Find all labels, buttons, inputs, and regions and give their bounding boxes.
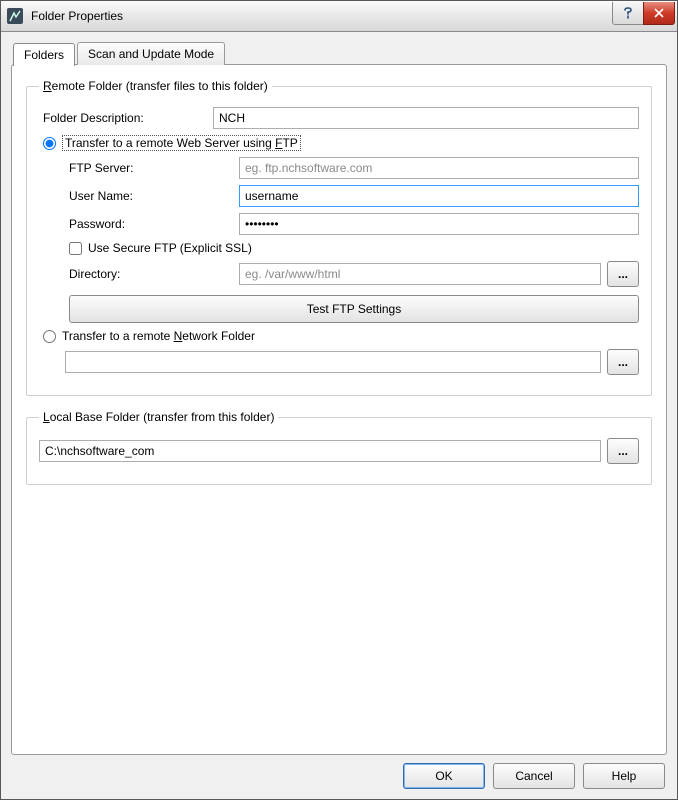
ftp-server-label: FTP Server: (39, 161, 239, 175)
close-window-button[interactable] (643, 2, 675, 25)
client-area: Folders Scan and Update Mode Remote Fold… (1, 32, 677, 799)
network-path-row: ... (65, 349, 639, 375)
dialog-window: Folder Properties Folders Scan and Updat… (0, 0, 678, 800)
tab-container: Folders Scan and Update Mode Remote Fold… (11, 42, 667, 755)
directory-row: Directory: ... (39, 261, 639, 287)
ftp-server-row: FTP Server: (39, 157, 639, 179)
network-browse-button[interactable]: ... (607, 349, 639, 375)
local-path-row: ... (39, 438, 639, 464)
tab-panel-folders: Remote Folder (transfer files to this fo… (11, 64, 667, 755)
help-window-button[interactable] (612, 2, 644, 25)
transfer-network-radio-row: Transfer to a remote Network Folder (39, 329, 639, 343)
app-icon (7, 8, 23, 24)
folder-description-label: Folder Description: (39, 111, 213, 125)
title-bar: Folder Properties (1, 1, 677, 32)
help-button[interactable]: Help (583, 763, 665, 789)
ok-button[interactable]: OK (403, 763, 485, 789)
transfer-ftp-label: Transfer to a remote Web Server using FT… (62, 135, 301, 151)
folder-description-row: Folder Description: (39, 107, 639, 129)
directory-browse-button[interactable]: ... (607, 261, 639, 287)
secure-ftp-checkbox[interactable] (69, 242, 82, 255)
remote-folder-legend: Remote Folder (transfer files to this fo… (39, 79, 272, 93)
local-path-input[interactable] (39, 440, 601, 462)
tab-strip: Folders Scan and Update Mode (13, 42, 667, 65)
user-name-row: User Name: (39, 185, 639, 207)
secure-ftp-label: Use Secure FTP (Explicit SSL) (88, 241, 252, 255)
local-folder-legend: Local Base Folder (transfer from this fo… (39, 410, 278, 424)
transfer-network-radio[interactable] (43, 330, 56, 343)
user-name-input[interactable] (239, 185, 639, 207)
transfer-network-label: Transfer to a remote Network Folder (62, 329, 255, 343)
secure-ftp-row: Use Secure FTP (Explicit SSL) (69, 241, 639, 255)
directory-label: Directory: (39, 267, 239, 281)
transfer-ftp-radio[interactable] (43, 137, 56, 150)
network-path-input[interactable] (65, 351, 601, 373)
user-name-label: User Name: (39, 189, 239, 203)
cancel-button[interactable]: Cancel (493, 763, 575, 789)
password-label: Password: (39, 217, 239, 231)
dialog-footer: OK Cancel Help (11, 755, 667, 791)
tab-scan-update[interactable]: Scan and Update Mode (77, 42, 225, 65)
window-title: Folder Properties (29, 9, 613, 23)
ftp-server-input[interactable] (239, 157, 639, 179)
directory-input[interactable] (239, 263, 601, 285)
test-ftp-button[interactable]: Test FTP Settings (69, 295, 639, 323)
local-folder-group: Local Base Folder (transfer from this fo… (26, 410, 652, 485)
folder-description-input[interactable] (213, 107, 639, 129)
password-row: Password: (39, 213, 639, 235)
remote-folder-group: Remote Folder (transfer files to this fo… (26, 79, 652, 396)
window-buttons (613, 2, 675, 24)
local-browse-button[interactable]: ... (607, 438, 639, 464)
tab-folders[interactable]: Folders (13, 43, 75, 66)
password-input[interactable] (239, 213, 639, 235)
transfer-ftp-radio-row: Transfer to a remote Web Server using FT… (39, 135, 639, 151)
